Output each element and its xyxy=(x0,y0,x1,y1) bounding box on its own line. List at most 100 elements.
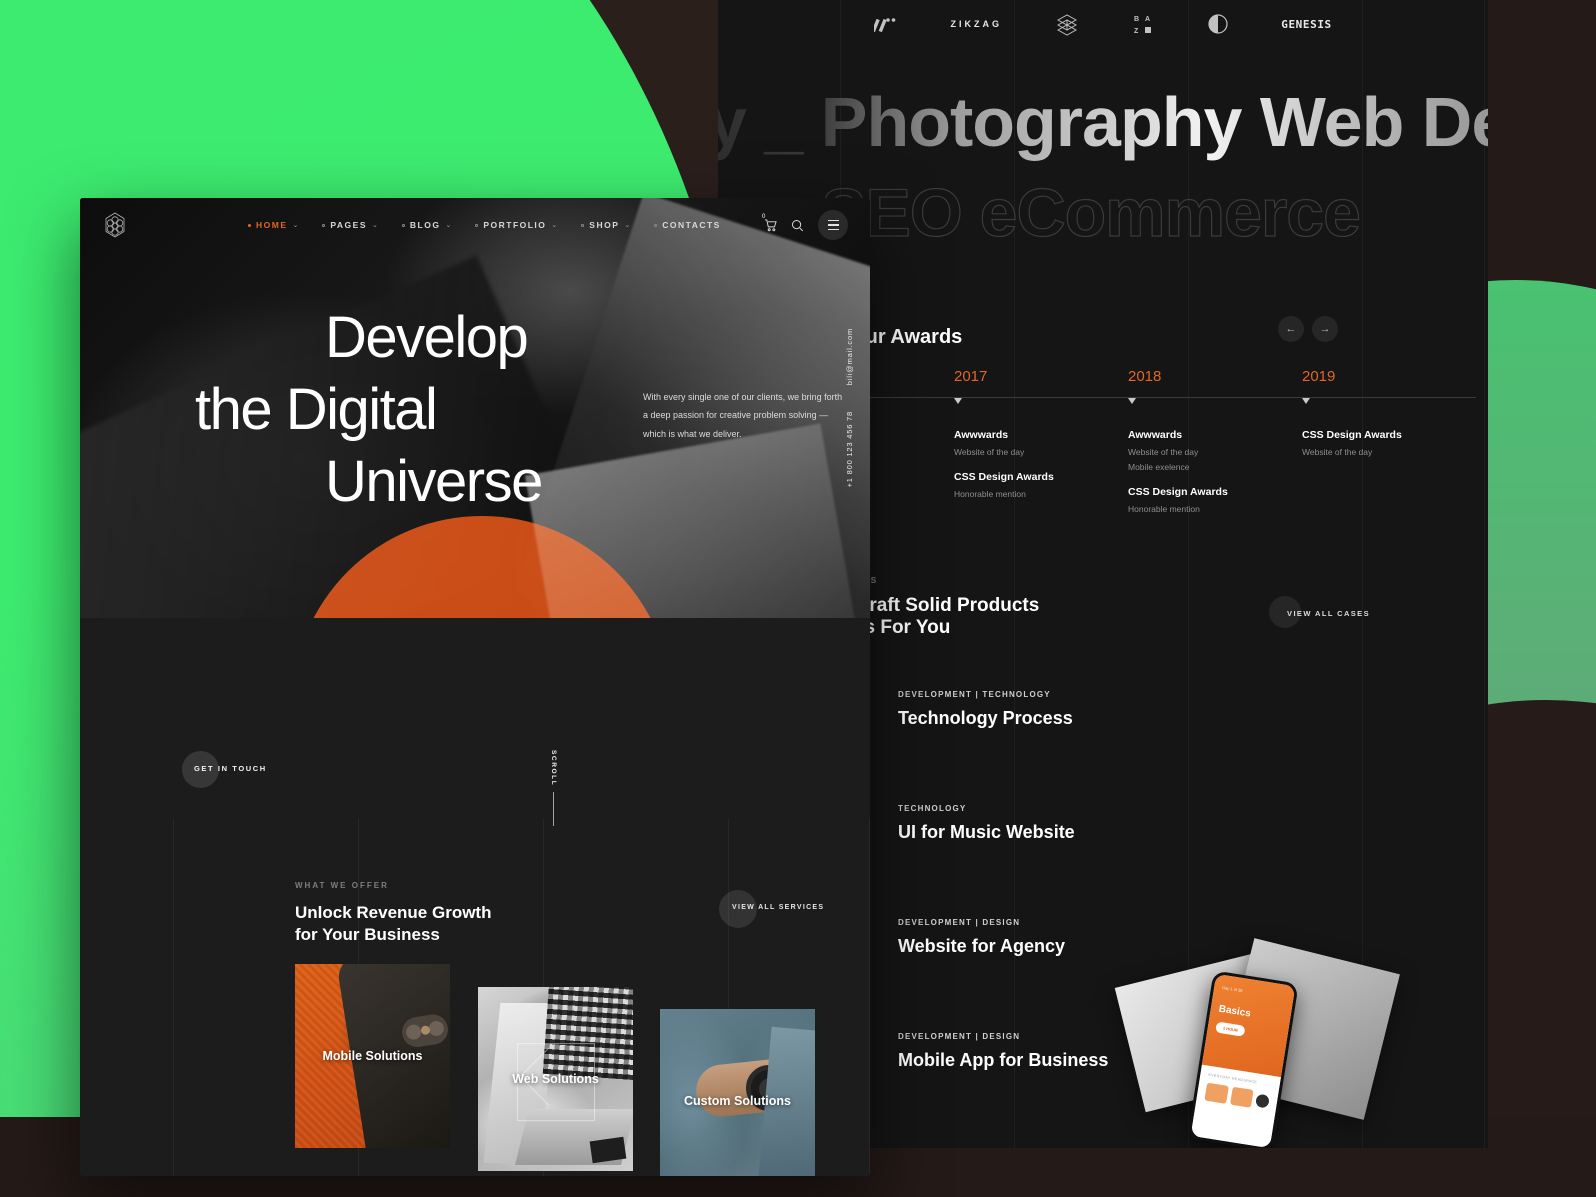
service-card-label: Web Solutions xyxy=(512,1072,599,1086)
get-in-touch-label: GET IN TOUCH xyxy=(194,764,267,773)
chevron-down-icon: ⌄ xyxy=(445,222,452,229)
svg-text:A: A xyxy=(1145,16,1150,23)
hero-title-line-1: Develop xyxy=(325,305,529,370)
hero-side-contacts: bili@mail.com +1 800 123 456 78 xyxy=(845,328,854,488)
award-name: CSS Design Awards xyxy=(1128,486,1228,498)
projects-eyebrow: TEST PROJECTS xyxy=(780,575,1488,585)
project-category: DEVELOPMENT | TECHNOLOGY xyxy=(898,690,1051,699)
awards-timeline: 6 wards e of the day exelence Design Awa… xyxy=(780,368,1488,519)
offer-eyebrow: WHAT WE OFFER xyxy=(295,881,389,890)
award-sub: Website of the day xyxy=(1302,447,1373,457)
awards-carousel-arrows: ← → xyxy=(1278,316,1338,342)
phone-title: Basics xyxy=(1217,1003,1252,1020)
award-sub: Website of the day xyxy=(954,447,1025,457)
award-sub: Honorable mention xyxy=(1128,504,1200,514)
nav-item-portfolio[interactable]: PORTFOLIO ⌄ xyxy=(475,220,557,230)
awards-timeline-rule xyxy=(1128,397,1302,398)
awards-eyebrow: OUD THAT xyxy=(780,306,1488,316)
awards-title: scover Our Awards xyxy=(780,326,963,348)
scroll-line xyxy=(553,792,554,827)
nav-label: BLOG xyxy=(409,220,441,230)
half-circle-logo xyxy=(1207,13,1229,35)
project-name: UI for Music Website xyxy=(898,822,1075,842)
award-name: Awwwards xyxy=(1128,429,1183,441)
main-navigation: HOME ⌄ PAGES ⌄ BLOG ⌄ PORTFOLIO ⌄ SHOP ⌄… xyxy=(248,220,721,230)
nav-bullet-icon xyxy=(475,223,479,227)
nav-item-contacts[interactable]: CONTACTS xyxy=(654,220,721,230)
awards-next-button[interactable]: → xyxy=(1312,316,1338,342)
nav-item-home[interactable]: HOME ⌄ xyxy=(248,220,298,230)
back-hero-line-1: y _ Photography Web Dev xyxy=(718,82,1488,162)
hero-email[interactable]: bili@mail.com xyxy=(845,328,854,385)
awards-prev-button[interactable]: ← xyxy=(1278,316,1304,342)
cart-count-badge: 0 xyxy=(762,213,766,220)
phone-card xyxy=(1204,1082,1229,1104)
view-all-cases-button[interactable]: VIEW ALL CASES xyxy=(1269,596,1370,628)
nav-label: HOME xyxy=(256,220,288,230)
chevron-down-icon: ⌄ xyxy=(292,222,299,229)
award-name: Awwwards xyxy=(954,429,1009,441)
nav-label: PORTFOLIO xyxy=(483,220,547,230)
awards-column: 2019 CSS Design Awards Website of the da… xyxy=(1302,368,1476,519)
nav-bullet-icon xyxy=(654,223,658,227)
project-preview-collage: Day 1 of 30 Basics 1 HOUR EVERYDAY HEADS… xyxy=(1114,938,1400,1148)
service-card-custom[interactable]: Custom Solutions xyxy=(660,1009,815,1176)
offer-title-line-1: Unlock Revenue Growth xyxy=(295,903,492,922)
service-card-web[interactable]: Web Solutions xyxy=(478,987,633,1171)
awards-timeline-marker xyxy=(1128,398,1136,404)
nav-item-pages[interactable]: PAGES ⌄ xyxy=(322,220,378,230)
hero-title: Develop the Digital Universe xyxy=(195,302,543,518)
award-name: CSS Design Awards xyxy=(954,471,1054,483)
awards-year: 2017 xyxy=(954,368,988,385)
get-in-touch-button[interactable]: GET IN TOUCH xyxy=(182,751,267,788)
projects-title-line-2: d Services For You xyxy=(780,617,951,639)
hamburger-menu-button[interactable] xyxy=(818,210,848,240)
site-header: HOME ⌄ PAGES ⌄ BLOG ⌄ PORTFOLIO ⌄ SHOP ⌄… xyxy=(80,198,870,252)
awards-timeline-rule xyxy=(1302,397,1476,398)
phone-card xyxy=(1229,1086,1254,1108)
nav-item-blog[interactable]: BLOG ⌄ xyxy=(401,220,452,230)
service-card-label: Custom Solutions xyxy=(684,1094,791,1108)
nav-bullet-icon xyxy=(581,223,585,227)
award-sub: Mobile exelence xyxy=(1128,462,1190,472)
nav-label: PAGES xyxy=(330,220,368,230)
service-card-mobile[interactable]: Mobile Solutions xyxy=(295,964,450,1148)
offer-title-line-2: for Your Business xyxy=(295,925,440,945)
awards-timeline-rule xyxy=(954,397,1128,398)
nav-bullet-icon xyxy=(401,223,405,227)
project-name: Technology Process xyxy=(898,708,1073,728)
award-sub: Honorable mention xyxy=(954,489,1026,499)
phone-card-row xyxy=(1204,1082,1270,1110)
phone-card-dark xyxy=(1255,1093,1270,1109)
hero-title-line-3: Universe xyxy=(325,448,543,514)
view-all-services-button[interactable]: VIEW ALL SERVICES xyxy=(719,890,824,928)
awards-column: 2018 Awwwards Website of the day Mobile … xyxy=(1128,368,1302,519)
project-category: DEVELOPMENT | DESIGN xyxy=(898,1032,1021,1041)
awards-timeline-marker xyxy=(954,398,962,404)
awards-section: OUD THAT scover Our Awards ← → 6 wards e… xyxy=(780,306,1488,514)
boxes-logo xyxy=(1054,11,1080,37)
cart-icon[interactable]: 0 xyxy=(762,214,777,232)
bili-logo[interactable] xyxy=(102,211,128,239)
phone-pill: 1 HOUR xyxy=(1215,1021,1246,1037)
offer-section-heading: WHAT WE OFFER Unlock Revenue Growth for … xyxy=(295,881,491,946)
header-actions: 0 xyxy=(762,210,848,240)
nav-bullet-icon xyxy=(322,223,326,227)
project-name: Website for Agency xyxy=(898,936,1066,956)
awards-year: 2018 xyxy=(1128,368,1162,385)
hero-title-line-2: the Digital xyxy=(195,376,438,442)
project-category: DEVELOPMENT | DESIGN xyxy=(898,918,1021,927)
hero-phone[interactable]: +1 800 123 456 78 xyxy=(845,411,854,487)
svg-text:B: B xyxy=(1134,16,1139,23)
nav-bullet-icon xyxy=(248,223,251,227)
external-drive-graphic xyxy=(589,1136,627,1164)
genesis-logo: GENESIS xyxy=(1281,17,1332,31)
nav-item-shop[interactable]: SHOP ⌄ xyxy=(581,220,630,230)
view-all-cases-label: VIEW ALL CASES xyxy=(1287,609,1370,618)
project-name: Mobile App for Business xyxy=(898,1050,1109,1070)
chevron-down-icon: ⌄ xyxy=(372,222,378,229)
service-card-label: Mobile Solutions xyxy=(322,1049,423,1063)
awards-timeline-marker xyxy=(1302,398,1310,404)
search-icon[interactable] xyxy=(791,219,804,232)
projects-title-line-1: Work to Craft Solid Products xyxy=(780,595,1040,616)
